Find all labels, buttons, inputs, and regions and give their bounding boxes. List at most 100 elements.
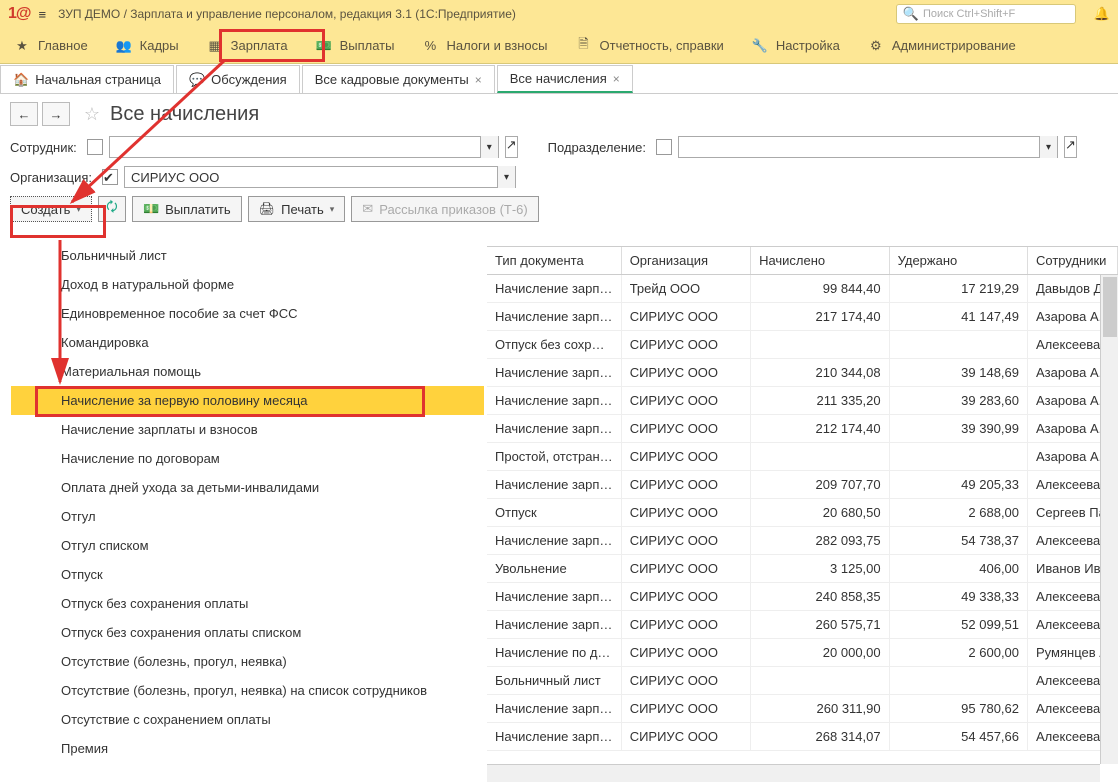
employee-input[interactable] (110, 137, 480, 157)
table-header[interactable]: Сотрудники (1028, 247, 1118, 275)
org-combo[interactable]: СИРИУС ООО ▾ (124, 166, 516, 188)
back-button[interactable]: ← (10, 102, 38, 126)
dropdown-item[interactable]: Отпуск без сохранения оплаты (11, 589, 484, 618)
bell-icon[interactable]: 🔔 (1094, 6, 1110, 22)
department-checkbox[interactable] (656, 139, 672, 155)
dropdown-item[interactable]: Начисление зарплаты и взносов (11, 415, 484, 444)
table-row[interactable]: Простой, отстран…СИРИУС ОООАзарова А. (487, 443, 1118, 471)
horizontal-scrollbar[interactable] (487, 764, 1100, 782)
table-row[interactable]: Начисление зарп…СИРИУС ООО282 093,7554 7… (487, 527, 1118, 555)
table-row[interactable]: ОтпускСИРИУС ООО20 680,502 688,00Сергеев… (487, 499, 1118, 527)
wrench-icon: 🔧 (752, 38, 768, 54)
tab-hr-docs[interactable]: Все кадровые документы× (302, 65, 495, 93)
table-cell (751, 331, 890, 359)
dropdown-item[interactable]: Отгул списком (11, 531, 484, 560)
table-cell: Трейд ООО (621, 275, 750, 303)
refresh-button[interactable]: 🗘 (98, 196, 126, 222)
payout-button[interactable]: 💵Выплатить (132, 196, 242, 222)
mailing-button[interactable]: ✉Рассылка приказов (Т-6) (351, 196, 538, 222)
table-header[interactable]: Начислено (751, 247, 890, 275)
table-row[interactable]: Больничный листСИРИУС ОООАлексеева (487, 667, 1118, 695)
chevron-down-icon[interactable]: ▾ (480, 136, 498, 158)
table-cell (889, 667, 1027, 695)
nav-personnel[interactable]: 👥Кадры (102, 28, 193, 64)
table-row[interactable]: УвольнениеСИРИУС ООО3 125,00406,00Иванов… (487, 555, 1118, 583)
table-cell (751, 443, 890, 471)
vertical-scrollbar[interactable] (1100, 275, 1118, 764)
printer-icon: 🖨 (259, 201, 276, 217)
chevron-down-icon[interactable]: ▾ (1039, 136, 1057, 158)
dropdown-item[interactable]: Начисление за первую половину месяца (11, 386, 484, 415)
table-row[interactable]: Начисление зарп…СИРИУС ООО212 174,4039 3… (487, 415, 1118, 443)
forward-button[interactable]: → (42, 102, 70, 126)
tab-home[interactable]: 🏠Начальная страница (0, 65, 174, 93)
department-combo[interactable]: ▾ (678, 136, 1058, 158)
department-open-button[interactable]: ↗ (1064, 136, 1077, 158)
dropdown-item[interactable]: Отсутствие (болезнь, прогул, неявка) на … (11, 676, 484, 705)
global-search[interactable]: 🔍 Поиск Ctrl+Shift+F (896, 4, 1076, 24)
table-row[interactable]: Начисление зарп…СИРИУС ООО260 575,7152 0… (487, 611, 1118, 639)
table-row[interactable]: Начисление по д…СИРИУС ООО20 000,002 600… (487, 639, 1118, 667)
chevron-down-icon[interactable]: ▾ (497, 166, 515, 188)
table-header[interactable]: Тип документа (487, 247, 621, 275)
table-cell: Больничный лист (487, 667, 621, 695)
nav-settings[interactable]: 🔧Настройка (738, 28, 854, 64)
dropdown-item[interactable]: Отсутствие (болезнь, прогул, неявка) (11, 647, 484, 676)
employee-open-button[interactable]: ↗ (505, 136, 518, 158)
table-row[interactable]: Начисление зарп…СИРИУС ООО260 311,9095 7… (487, 695, 1118, 723)
table-row[interactable]: Начисление зарп…СИРИУС ООО217 174,4041 1… (487, 303, 1118, 331)
print-button[interactable]: 🖨Печать▾ (248, 196, 346, 222)
refresh-icon: 🗘 (106, 198, 118, 220)
table-cell: СИРИУС ООО (621, 471, 750, 499)
dropdown-item[interactable]: Доход в натуральной форме (11, 270, 484, 299)
create-button[interactable]: Создать▾ (10, 196, 92, 222)
table-cell: СИРИУС ООО (621, 555, 750, 583)
employee-combo[interactable]: ▾ (109, 136, 499, 158)
dropdown-item[interactable]: Отгул (11, 502, 484, 531)
nav-main[interactable]: ★Главное (0, 28, 102, 64)
table-row[interactable]: Начисление зарп…СИРИУС ООО209 707,7049 2… (487, 471, 1118, 499)
dropdown-item[interactable]: Единовременное пособие за счет ФСС (11, 299, 484, 328)
dropdown-item[interactable]: Отпуск без сохранения оплаты списком (11, 618, 484, 647)
nav-payments[interactable]: 💵Выплаты (302, 28, 409, 64)
table-cell: Начисление зарп… (487, 471, 621, 499)
logo-1c: 1@ (8, 5, 31, 23)
dropdown-item[interactable]: Отсутствие с сохранением оплаты (11, 705, 484, 734)
table-row[interactable]: Начисление зарп…СИРИУС ООО240 858,3549 3… (487, 583, 1118, 611)
dropdown-item[interactable]: Начисление по договорам (11, 444, 484, 473)
department-input[interactable] (679, 137, 1039, 157)
table-cell: СИРИУС ООО (621, 695, 750, 723)
table-cell: СИРИУС ООО (621, 667, 750, 695)
table-row[interactable]: Начисление зарп…СИРИУС ООО210 344,0839 1… (487, 359, 1118, 387)
close-icon[interactable]: × (475, 73, 482, 87)
table-row[interactable]: Начисление зарп…Трейд ООО99 844,4017 219… (487, 275, 1118, 303)
close-icon[interactable]: × (613, 72, 620, 86)
dropdown-item[interactable]: Командировка (11, 328, 484, 357)
nav-taxes[interactable]: %Налоги и взносы (408, 28, 561, 64)
table-header[interactable]: Удержано (889, 247, 1027, 275)
tab-all-accruals[interactable]: Все начисления× (497, 65, 633, 93)
table-row[interactable]: Начисление зарп…СИРИУС ООО268 314,0754 4… (487, 723, 1118, 751)
table-cell: 52 099,51 (889, 611, 1027, 639)
dropdown-item[interactable]: Материальная помощь (11, 357, 484, 386)
table-row[interactable]: Отпуск без сохр…СИРИУС ОООАлексеева (487, 331, 1118, 359)
hamburger-icon[interactable]: ≡ (39, 7, 47, 22)
search-icon: 🔍 (903, 6, 919, 22)
tab-discussions[interactable]: 💬Обсуждения (176, 65, 300, 93)
org-checkbox[interactable]: ✔ (102, 169, 118, 185)
dropdown-item[interactable]: Премия (11, 734, 484, 763)
nav-reports[interactable]: 🗎Отчетность, справки (562, 28, 738, 64)
favorite-star-icon[interactable]: ☆ (80, 104, 104, 125)
table-row[interactable]: Начисление зарп…СИРИУС ООО211 335,2039 2… (487, 387, 1118, 415)
table-header[interactable]: Организация (621, 247, 750, 275)
dropdown-item[interactable]: Отпуск (11, 560, 484, 589)
dropdown-item[interactable]: Оплата дней ухода за детьми-инвалидами (11, 473, 484, 502)
nav-salary[interactable]: ▦Зарплата (193, 28, 302, 64)
table-cell: Начисление зарп… (487, 275, 621, 303)
employee-checkbox[interactable] (87, 139, 103, 155)
dropdown-item[interactable]: Больничный лист (11, 241, 484, 270)
table-cell: Начисление зарп… (487, 583, 621, 611)
nav-admin[interactable]: ⚙Администрирование (854, 28, 1030, 64)
table-cell: 240 858,35 (751, 583, 890, 611)
table-cell: СИРИУС ООО (621, 611, 750, 639)
